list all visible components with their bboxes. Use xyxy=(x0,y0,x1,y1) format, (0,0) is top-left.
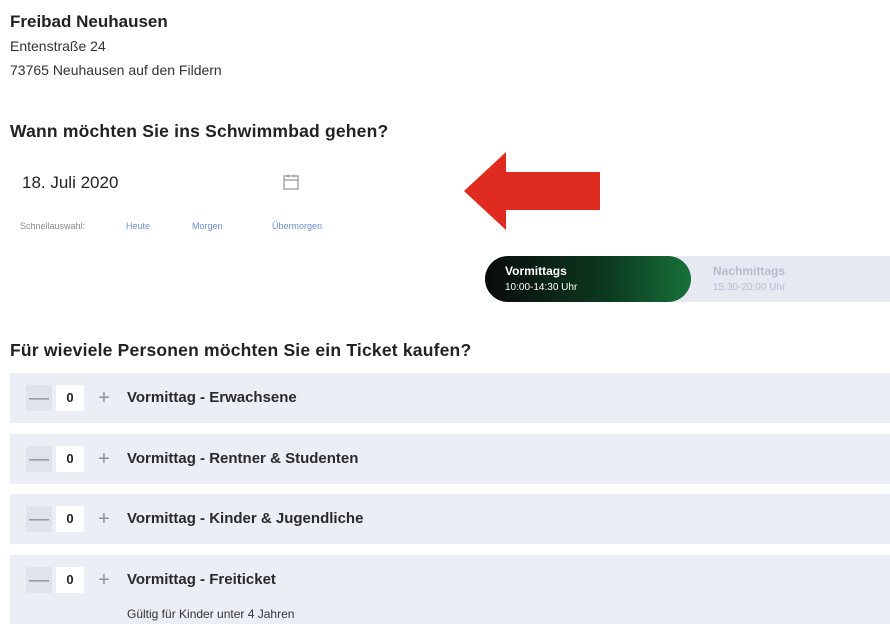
ticket-row-adults: — 0 + Vormittag - Erwachsene xyxy=(10,373,890,423)
plus-button[interactable]: + xyxy=(91,446,117,472)
quick-select-label: Schnellauswahl: xyxy=(20,221,86,231)
time-slot-afternoon[interactable]: Nachmittags 15:30-20:00 Uhr xyxy=(691,256,890,302)
time-slot-afternoon-label: Nachmittags xyxy=(713,264,786,278)
minus-button[interactable]: — xyxy=(26,385,52,411)
venue-street: Entenstraße 24 xyxy=(10,38,106,54)
time-slot-morning-time: 10:00-14:30 Uhr xyxy=(505,282,578,293)
plus-button[interactable]: + xyxy=(91,506,117,532)
persons-question: Für wieviele Personen möchten Sie ein Ti… xyxy=(10,340,472,360)
time-slot-morning-label: Vormittags xyxy=(505,264,567,278)
quantity-field[interactable]: 0 xyxy=(56,506,84,532)
time-slot-morning[interactable]: Vormittags 10:00-14:30 Uhr xyxy=(485,256,691,302)
quick-select-today[interactable]: Heute xyxy=(126,221,150,231)
calendar-icon[interactable] xyxy=(282,173,300,191)
venue-name: Freibad Neuhausen xyxy=(10,12,168,31)
ticket-label: Vormittag - Kinder & Jugendliche xyxy=(127,510,364,527)
ticket-row-seniors-students: — 0 + Vormittag - Rentner & Studenten xyxy=(10,434,890,484)
venue-city: 73765 Neuhausen auf den Fildern xyxy=(10,62,222,78)
ticket-label: Vormittag - Rentner & Studenten xyxy=(127,450,359,467)
minus-button[interactable]: — xyxy=(26,506,52,532)
quantity-field[interactable]: 0 xyxy=(56,446,84,472)
quick-select-day-after[interactable]: Übermorgen xyxy=(272,221,322,231)
time-slot-toggle: Vormittags 10:00-14:30 Uhr Nachmittags 1… xyxy=(485,256,890,302)
date-question: Wann möchten Sie ins Schwimmbad gehen? xyxy=(10,121,389,141)
ticket-row-free: — 0 + Vormittag - Freiticket Gültig für … xyxy=(10,555,890,624)
ticket-label: Vormittag - Freiticket xyxy=(127,571,276,588)
plus-button[interactable]: + xyxy=(91,567,117,593)
quick-select-tomorrow[interactable]: Morgen xyxy=(192,221,223,231)
plus-button[interactable]: + xyxy=(91,385,117,411)
ticket-row-children: — 0 + Vormittag - Kinder & Jugendliche xyxy=(10,494,890,544)
minus-button[interactable]: — xyxy=(26,446,52,472)
minus-button[interactable]: — xyxy=(26,567,52,593)
date-input[interactable]: 18. Juli 2020 xyxy=(10,161,330,207)
ticket-label: Vormittag - Erwachsene xyxy=(127,389,297,406)
date-value: 18. Juli 2020 xyxy=(22,173,119,192)
quantity-field[interactable]: 0 xyxy=(56,385,84,411)
quantity-field[interactable]: 0 xyxy=(56,567,84,593)
ticket-note: Gültig für Kinder unter 4 Jahren xyxy=(127,607,295,621)
red-arrow-annotation xyxy=(464,152,600,230)
time-slot-afternoon-time: 15:30-20:00 Uhr xyxy=(713,282,786,293)
